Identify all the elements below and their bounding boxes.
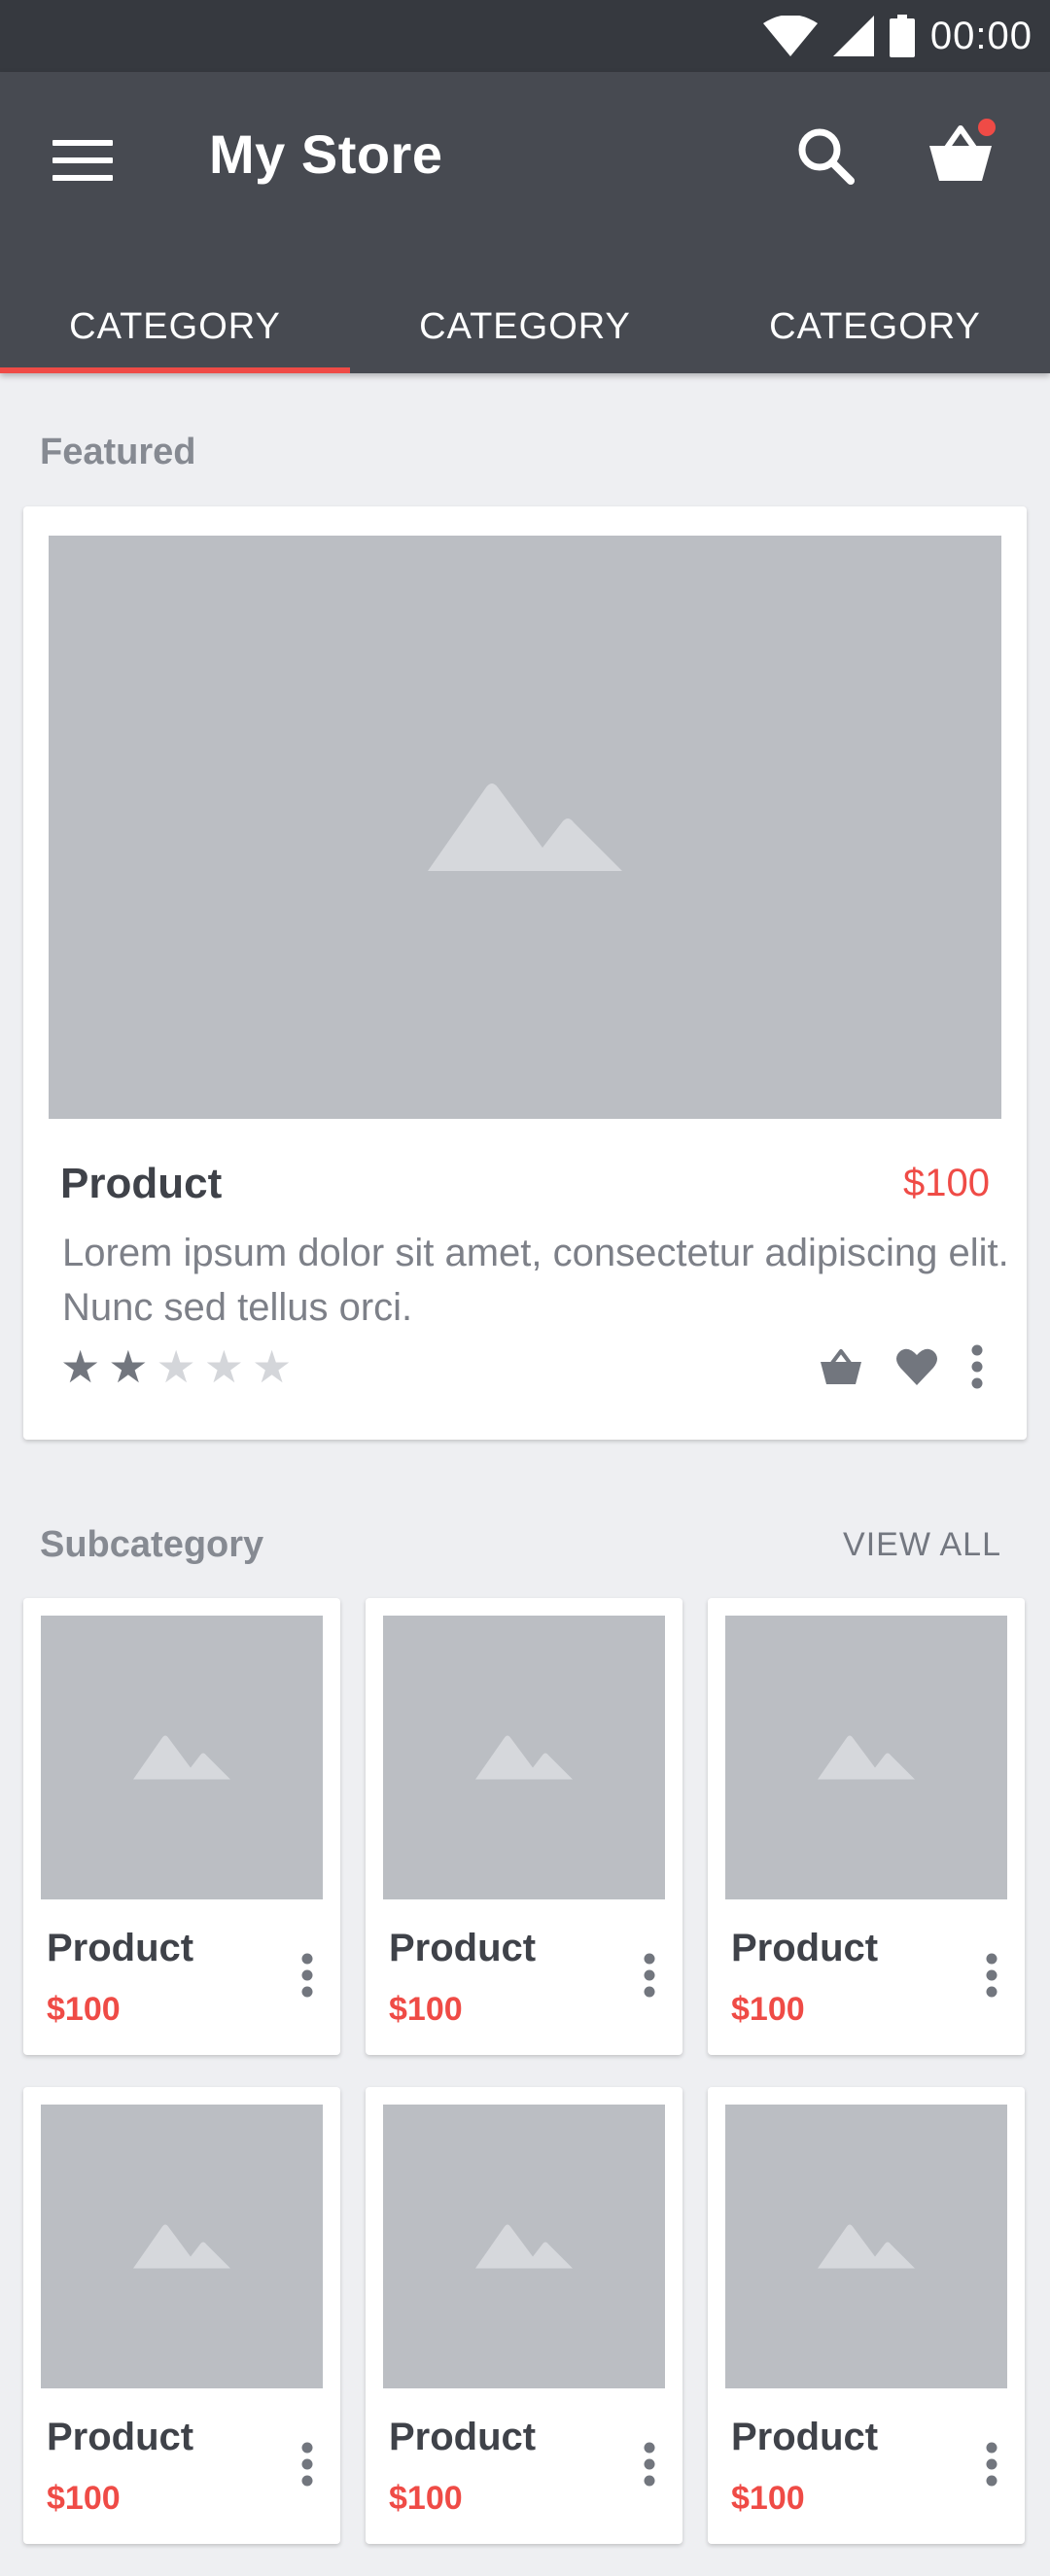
product-image	[41, 1616, 323, 1899]
favorite-button[interactable]	[896, 1348, 937, 1385]
image-placeholder-icon	[133, 2224, 230, 2269]
product-price: $100	[731, 1991, 805, 2028]
product-card[interactable]: Product $100	[366, 2087, 682, 2544]
star-empty-icon: ★	[252, 1341, 293, 1392]
featured-actions	[819, 1344, 984, 1389]
image-placeholder-icon	[818, 2224, 915, 2269]
featured-product-name: Product	[60, 1160, 223, 1207]
category-tabs: CATEGORY CATEGORY CATEGORY	[0, 280, 1050, 373]
product-image	[383, 2105, 665, 2388]
product-card[interactable]: Product $100	[23, 2087, 340, 2544]
product-more-options-button[interactable]	[630, 1946, 669, 2004]
featured-product-description: Lorem ipsum dolor sit amet, consectetur …	[62, 1232, 1009, 1329]
image-placeholder-icon	[475, 2224, 573, 2269]
tab-category-3[interactable]: CATEGORY	[700, 280, 1050, 373]
more-options-button[interactable]	[970, 1344, 984, 1389]
product-price: $100	[47, 1991, 121, 2028]
status-bar: 00:00	[0, 0, 1050, 72]
product-name: Product	[47, 2416, 194, 2458]
star-filled-icon: ★	[108, 1341, 149, 1392]
product-image	[41, 2105, 323, 2388]
image-placeholder-icon	[475, 1735, 573, 1780]
search-icon	[798, 128, 855, 185]
status-time: 00:00	[929, 14, 1032, 57]
image-placeholder-icon	[133, 1735, 230, 1780]
add-to-cart-button[interactable]	[819, 1347, 863, 1386]
more-vert-icon	[644, 2442, 655, 2487]
product-more-options-button[interactable]	[972, 1946, 1011, 2004]
app-title: My Store	[209, 123, 443, 185]
product-card[interactable]: Product $100	[23, 1598, 340, 2055]
more-vert-icon	[301, 2442, 313, 2487]
featured-product-price: $100	[903, 1162, 990, 1204]
more-vert-icon	[301, 1953, 313, 1998]
product-name: Product	[389, 2416, 537, 2458]
menu-button[interactable]	[52, 132, 115, 191]
cell-signal-icon	[832, 16, 874, 56]
product-image	[725, 2105, 1007, 2388]
battery-icon	[889, 15, 915, 57]
status-icons: 00:00	[762, 0, 1032, 72]
product-card[interactable]: Product $100	[708, 1598, 1025, 2055]
product-price: $100	[47, 2480, 121, 2517]
product-name: Product	[731, 2416, 879, 2458]
product-image	[383, 1616, 665, 1899]
product-image	[725, 1616, 1007, 1899]
product-more-options-button[interactable]	[972, 2435, 1011, 2493]
product-price: $100	[731, 2480, 805, 2517]
menu-icon	[52, 140, 113, 146]
product-name: Product	[47, 1927, 194, 1969]
subcategory-section-title: Subcategory	[40, 1524, 264, 1565]
product-more-options-button[interactable]	[288, 2435, 327, 2493]
more-vert-icon	[971, 1344, 983, 1389]
star-filled-icon: ★	[60, 1341, 101, 1392]
wifi-icon	[762, 16, 818, 56]
more-vert-icon	[986, 1953, 998, 1998]
heart-icon	[896, 1348, 937, 1385]
more-vert-icon	[644, 1953, 655, 1998]
star-empty-icon: ★	[156, 1341, 196, 1392]
product-card[interactable]: Product $100	[366, 1598, 682, 2055]
product-price: $100	[389, 1991, 463, 2028]
image-placeholder-icon	[428, 783, 622, 871]
product-name: Product	[731, 1927, 879, 1969]
app-bar: My Store CATEGORY CATEGORY CATEGORY	[0, 72, 1050, 373]
rating-stars: ★ ★ ★ ★ ★	[60, 1344, 292, 1389]
featured-section-title: Featured	[40, 432, 196, 472]
basket-icon	[821, 1349, 861, 1384]
menu-icon-line	[52, 175, 113, 181]
tab-category-2[interactable]: CATEGORY	[350, 280, 700, 373]
menu-icon-line	[52, 157, 113, 163]
product-more-options-button[interactable]	[630, 2435, 669, 2493]
featured-product-image	[49, 536, 1001, 1119]
product-price: $100	[389, 2480, 463, 2517]
product-name: Product	[389, 1927, 537, 1969]
tab-category-1[interactable]: CATEGORY	[0, 280, 350, 373]
more-vert-icon	[986, 2442, 998, 2487]
cart-notification-dot	[978, 119, 996, 136]
featured-product-card[interactable]: Product $100 Lorem ipsum dolor sit amet,…	[23, 506, 1027, 1440]
product-more-options-button[interactable]	[288, 1946, 327, 2004]
image-placeholder-icon	[818, 1735, 915, 1780]
view-all-link[interactable]: VIEW ALL	[843, 1526, 1001, 1564]
star-empty-icon: ★	[203, 1341, 244, 1392]
product-card[interactable]: Product $100	[708, 2087, 1025, 2544]
search-button[interactable]	[792, 122, 860, 191]
